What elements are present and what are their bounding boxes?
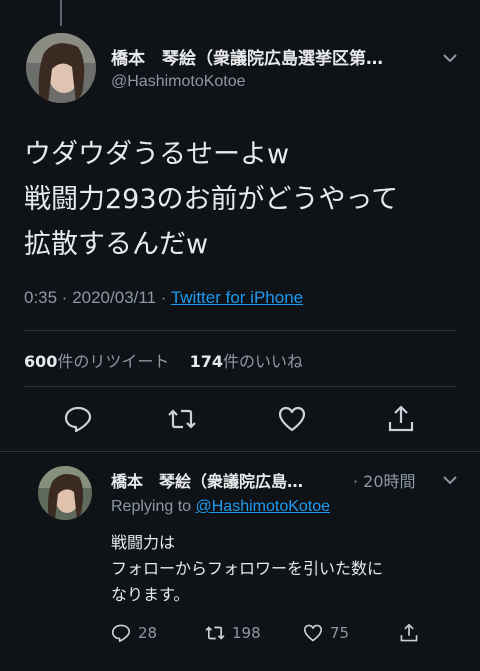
tweet-stats: 600件のリツイート 174件のいいね [24, 348, 303, 372]
share-icon [400, 623, 418, 642]
reply-avatar[interactable] [38, 466, 92, 520]
reply-text-line: なります。 [111, 585, 190, 604]
mention-link[interactable]: @HashimotoKotoe [196, 498, 331, 515]
author-handle[interactable]: @HashimotoKotoe [111, 73, 246, 91]
thread-line [60, 0, 62, 26]
replying-to: Replying to @HashimotoKotoe [111, 498, 331, 515]
tweet-meta: 0:35 · 2020/03/11 · Twitter for iPhone [24, 288, 303, 308]
retweet-button[interactable] [166, 403, 198, 435]
reply-text-line: 戦闘力は [111, 533, 176, 552]
like-count: 75 [330, 624, 350, 642]
reply-share-button[interactable] [398, 622, 420, 644]
retweet-icon [205, 626, 225, 640]
reply-count: 28 [138, 624, 158, 642]
reply-timestamp: · 20時間 [353, 472, 416, 491]
tweet-text-line: 戦闘力293のお前がどうやって [24, 184, 399, 215]
heart-icon [278, 406, 306, 432]
tweet-timestamp: 0:35 · 2020/03/11 · [24, 288, 171, 307]
divider [24, 330, 456, 331]
retweet-count: 198 [232, 624, 261, 642]
reply-like-button[interactable]: 75 [302, 622, 349, 644]
reply-text-line: フォローからフォロワーを引いた数に [111, 559, 384, 578]
avatar[interactable] [26, 33, 96, 103]
reply-reply-button[interactable]: 28 [110, 622, 157, 644]
retweet-icon [168, 409, 196, 429]
speech-bubble-icon [111, 624, 131, 643]
reply-author-name[interactable]: 橋本 琴絵（衆議院広島… [111, 468, 303, 492]
tweet-text: ウダウダうるせーよw 戦闘力293のお前がどうやって 拡散するんだw [24, 132, 398, 267]
reply-button[interactable] [62, 403, 94, 435]
divider [24, 386, 456, 387]
retweets-stat[interactable]: 600件のリツイート [24, 352, 169, 371]
share-icon [388, 405, 414, 432]
chevron-down-icon[interactable] [441, 471, 459, 489]
reply-text: 戦闘力は フォローからフォロワーを引いた数に なります。 [111, 530, 383, 608]
heart-icon [303, 624, 323, 642]
tweet-text-line: ウダウダうるせーよw [24, 139, 290, 170]
chevron-down-icon[interactable] [441, 49, 459, 67]
like-button[interactable] [276, 403, 308, 435]
share-button[interactable] [385, 403, 417, 435]
likes-stat[interactable]: 174件のいいね [190, 352, 303, 371]
divider [0, 451, 480, 452]
tweet-text-line: 拡散するんだw [24, 229, 209, 260]
tweet-source-link[interactable]: Twitter for iPhone [171, 288, 303, 307]
reply-retweet-button[interactable]: 198 [204, 622, 261, 644]
author-name[interactable]: 橋本 琴絵（衆議院広島選挙区第… [111, 44, 383, 69]
speech-bubble-icon [64, 406, 92, 433]
